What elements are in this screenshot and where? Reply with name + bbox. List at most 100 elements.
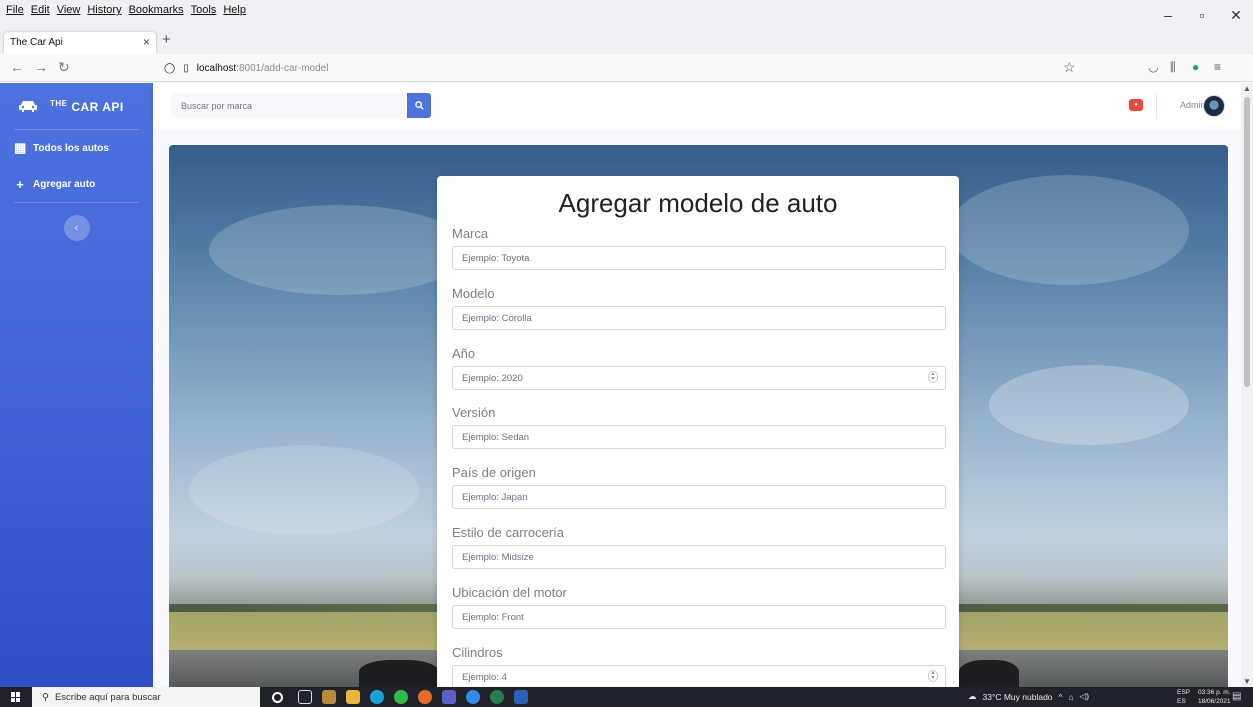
search-input[interactable] [171,93,407,118]
scroll-down-icon[interactable]: ▼ [1243,677,1251,686]
notification-icon[interactable]: ▤ [1232,691,1241,702]
browser-menubar: File Edit View History Bookmarks Tools H… [0,0,1253,30]
word-icon[interactable] [514,690,528,704]
scroll-up-icon[interactable]: ▲ [1243,84,1251,93]
reload-icon[interactable]: ↻ [58,59,70,76]
forward-arrow-icon[interactable]: → [34,59,48,75]
whatsapp-icon[interactable] [394,690,408,704]
car-icon [19,101,37,112]
menu-edit[interactable]: Edit [31,4,50,16]
weather-text[interactable]: 33°C Muy nublado [983,692,1053,702]
page-icon: ▯ [183,62,189,74]
search-icon: ⚲ [42,691,49,703]
edge-icon[interactable] [370,690,384,704]
clock-time: 03:36 p. m. [1198,689,1231,696]
new-tab-icon[interactable]: + [162,31,171,48]
sidebar-item-label: Agregar auto [33,178,96,190]
field-marca: Marca Ejemplo: Toyota [452,226,946,270]
url-path: :8001/add-car-model [236,62,329,74]
back-arrow-icon[interactable]: ← [10,59,24,75]
lang-top: ESP [1177,689,1191,696]
version-input[interactable]: Ejemplo: Sedan [452,425,946,449]
field-cilindros: Cilindros Ejemplo: 4 ▴ ▾ [452,645,946,689]
menu-view[interactable]: View [57,4,81,16]
menu-bookmarks[interactable]: Bookmarks [129,4,184,16]
windows-start-icon[interactable] [11,692,21,702]
avatar[interactable] [1203,95,1225,117]
pocket-icon[interactable]: ◡ [1148,60,1158,74]
task-view-icon[interactable] [298,690,312,704]
user-name[interactable]: Admin [1180,100,1206,110]
url-bar[interactable]: ◯ ▯ localhost :8001/add-car-model [158,57,1092,79]
maximize-icon[interactable]: ▫ [1185,0,1219,30]
minimize-icon[interactable]: – [1151,0,1185,30]
search-icon [414,101,424,110]
chevron-up-icon[interactable]: ^ [1059,692,1063,702]
app-icon[interactable] [466,690,480,704]
field-version: Versión Ejemplo: Sedan [452,405,946,449]
field-modelo: Modelo Ejemplo: Corolla [452,286,946,330]
browser-navbar: ← → ↻ ◯ ▯ localhost :8001/add-car-model … [0,54,1253,82]
field-label: Modelo [452,286,495,301]
system-tray: ☁ 33°C Muy nublado ^ ⌂ ◁) [968,691,1089,702]
sidebar: THE CAR API ▦ Todos los autos + Agregar … [0,83,153,687]
field-label: País de origen [452,465,536,480]
page-scrollbar[interactable]: ▲ ▼ [1241,83,1253,687]
menu-history[interactable]: History [87,4,121,16]
browser-tab[interactable]: The Car Api × [4,32,156,54]
field-label: Estilo de carrocería [452,525,564,540]
sidebar-item-todos-los-autos[interactable]: ▦ Todos los autos [0,130,153,166]
close-tab-icon[interactable]: × [143,35,150,49]
language-indicator[interactable]: ESP ES [1177,688,1190,706]
os-taskbar: ⚲ Escribe aquí para buscar ☁ 33°C Muy nu… [0,687,1253,707]
store-icon[interactable] [322,690,336,704]
table-icon: ▦ [14,140,27,155]
teams-icon[interactable] [442,690,456,704]
firefox-icon[interactable] [418,690,432,704]
library-icon[interactable]: ⫼ [1170,60,1176,75]
ubicacion-del-motor-input[interactable]: Ejemplo: Front [452,605,946,629]
file-explorer-icon[interactable] [346,690,360,704]
menu-file[interactable]: File [6,4,24,16]
lang-bottom: ES [1177,698,1186,705]
menu-help[interactable]: Help [223,4,246,16]
sidebar-item-agregar-auto[interactable]: + Agregar auto [0,166,153,202]
close-window-icon[interactable]: ✕ [1219,0,1253,30]
modelo-input[interactable]: Ejemplo: Corolla [452,306,946,330]
ano-input[interactable]: Ejemplo: 2020 [452,366,946,390]
search-button[interactable] [407,93,431,118]
cilindros-input[interactable]: Ejemplo: 4 [452,665,946,689]
brand[interactable]: THE CAR API [0,83,153,129]
extension-check-icon[interactable]: ● [1192,60,1199,74]
app-icon[interactable] [490,690,504,704]
menu-tools[interactable]: Tools [191,4,217,16]
field-label: Marca [452,226,489,241]
clock[interactable]: 03:36 p. m. 18/06/2021 [1198,688,1231,706]
field-ano: Año Ejemplo: 2020 ▴ ▾ [452,346,946,390]
volume-icon[interactable]: ◁) [1080,691,1089,702]
estilo-de-carroceria-input[interactable]: Ejemplo: Midsize [452,545,946,569]
field-estilo-de-carroceria: Estilo de carrocería Ejemplo: Midsize [452,525,946,569]
bookmark-star-icon[interactable]: ☆ [1063,59,1076,76]
tab-title: The Car Api [10,37,63,48]
sidebar-toggle-button[interactable]: ‹ [63,215,90,241]
sidebar-item-label: Todos los autos [33,142,109,154]
number-spinner-icon[interactable]: ▴ ▾ [928,371,938,383]
number-spinner-icon[interactable]: ▴ ▾ [928,670,938,682]
scrollbar-thumb[interactable] [1244,97,1250,387]
marca-input[interactable]: Ejemplo: Toyota [452,246,946,270]
field-pais-de-origen: País de origen Ejemplo: Japan [452,465,946,509]
hamburger-menu-icon[interactable]: ≡ [1214,60,1221,74]
topbar: ● Admin [153,83,1241,129]
tab-bar: The Car Api × + [0,30,1253,54]
pais-de-origen-input[interactable]: Ejemplo: Japan [452,485,946,509]
clock-date: 18/06/2021 [1198,698,1231,705]
alerts-icon[interactable]: ● [1129,99,1143,111]
field-label: Cilindros [452,645,503,660]
cortana-icon[interactable] [272,692,283,703]
taskbar-search[interactable]: ⚲ Escribe aquí para buscar [32,687,260,707]
chevron-left-icon: ‹ [74,222,79,234]
add-car-form: Agregar modelo de auto Marca Ejemplo: To… [437,176,959,689]
network-icon[interactable]: ⌂ [1069,692,1074,702]
cloud-icon: ☁ [968,691,977,701]
